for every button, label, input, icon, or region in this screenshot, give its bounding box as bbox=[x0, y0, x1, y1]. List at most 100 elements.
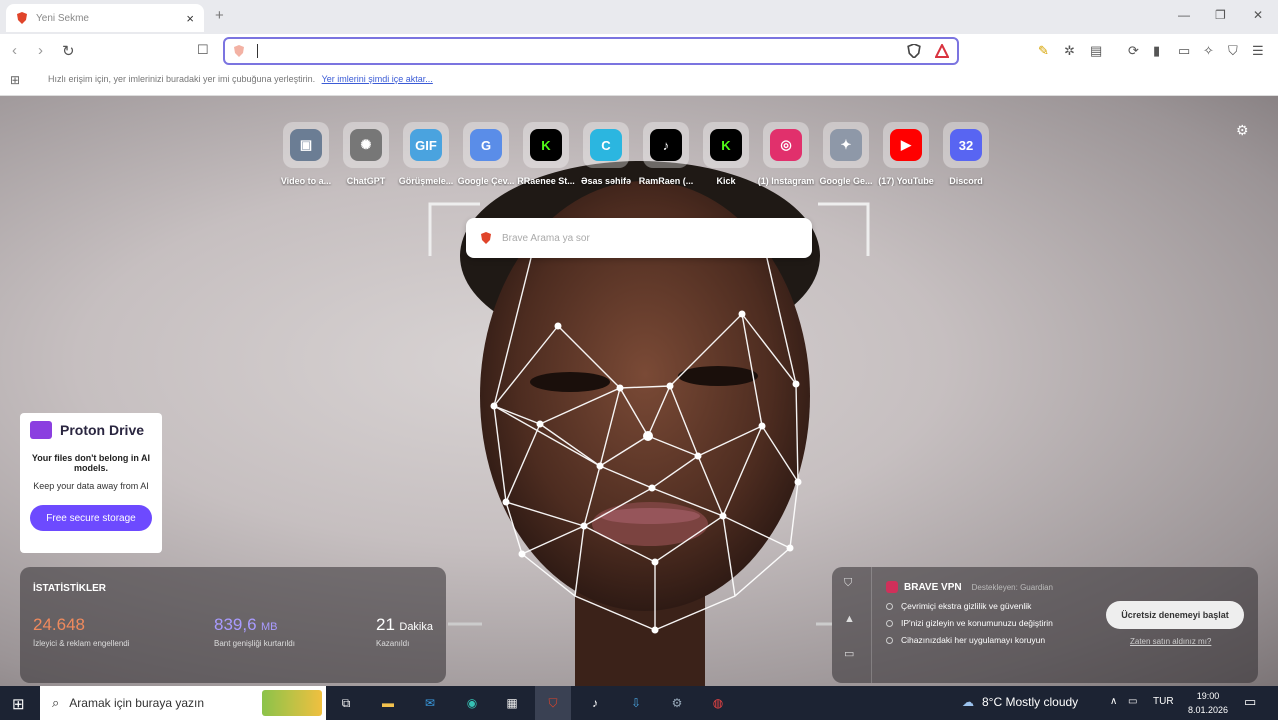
network-icon[interactable]: ▭ bbox=[1128, 696, 1137, 707]
search-placeholder: Brave Arama ya sor bbox=[502, 232, 590, 244]
proton-headline: Your files don't belong in AI models. bbox=[31, 453, 151, 473]
vpn-shield-icon[interactable]: ⛉ bbox=[1228, 43, 1238, 59]
apps-grid-icon[interactable]: ⊞ bbox=[10, 73, 20, 87]
taskbar-search[interactable]: ⌕ Aramak için buraya yazın bbox=[40, 686, 326, 720]
import-bookmarks-link[interactable]: Yer imlerini şimdi içe aktar... bbox=[322, 74, 433, 84]
brave-shields-icon[interactable] bbox=[907, 44, 921, 58]
notifications-icon[interactable]: ▭ bbox=[1244, 694, 1256, 710]
site-info-icon[interactable] bbox=[233, 45, 245, 57]
brave-search-box[interactable]: Brave Arama ya sor bbox=[466, 218, 812, 258]
brave-rewards-icon[interactable] bbox=[935, 44, 949, 58]
address-bar[interactable] bbox=[223, 37, 959, 65]
top-site-tile[interactable]: ✦ Google Ge... bbox=[816, 122, 876, 186]
brave-taskbar-icon[interactable]: ⛉ bbox=[542, 692, 564, 714]
already-purchased-link[interactable]: Zaten satın aldınız mı? bbox=[1130, 637, 1211, 646]
windows-start-icon[interactable]: ⊞ bbox=[12, 695, 25, 713]
tab-new-tab[interactable]: Yeni Sekme × bbox=[6, 4, 204, 32]
gif-icon: GIF bbox=[403, 122, 449, 168]
trackers-label: İzleyici & reklam engellendi bbox=[33, 639, 130, 648]
new-tab-button[interactable]: + bbox=[215, 7, 224, 24]
proton-drive-card[interactable]: Proton Drive Your files don't belong in … bbox=[20, 413, 162, 553]
checkmark-icon bbox=[886, 602, 893, 610]
tile-glyph: G bbox=[470, 129, 502, 161]
tiktok-taskbar-icon[interactable]: ♪ bbox=[584, 692, 606, 714]
vpn-logo-icon bbox=[886, 581, 898, 593]
tile-glyph: K bbox=[530, 129, 562, 161]
ai-sparkle-icon[interactable]: ✧ bbox=[1203, 43, 1214, 59]
taskbar-search-placeholder: Aramak için buraya yazın bbox=[69, 696, 205, 710]
windows-taskbar: ⊞ ⌕ Aramak için buraya yazın ⧉ ▬ ✉ ◉ ▦ ⛉… bbox=[0, 686, 1278, 720]
top-site-label: Discord bbox=[949, 176, 983, 186]
search-icon: ⌕ bbox=[52, 695, 60, 710]
tile-glyph: ✦ bbox=[830, 129, 862, 161]
menu-icon[interactable]: ☰ bbox=[1252, 43, 1264, 59]
task-view-icon[interactable]: ⧉ bbox=[335, 692, 357, 714]
top-site-label: Kick bbox=[716, 176, 736, 186]
store-icon[interactable]: ▦ bbox=[501, 692, 523, 714]
top-site-label: Google Ge... bbox=[819, 176, 873, 186]
sidebar-icon[interactable]: ▮ bbox=[1153, 43, 1160, 59]
free-storage-button[interactable]: Free secure storage bbox=[30, 505, 152, 531]
search-highlight-image bbox=[262, 690, 322, 716]
top-site-tile[interactable]: G Google Çev... bbox=[456, 122, 516, 186]
top-site-tile[interactable]: ♪ RamRaen (... bbox=[636, 122, 696, 186]
forward-arrow-icon[interactable]: › bbox=[38, 42, 43, 59]
bandwidth-value: 839,6 bbox=[214, 615, 257, 634]
time-label: Kazanıldı bbox=[376, 639, 410, 648]
start-trial-button[interactable]: Ücretsiz denemeyi başlat bbox=[1106, 601, 1244, 629]
gemini-icon: ✦ bbox=[823, 122, 869, 168]
extensions-icon[interactable]: ✲ bbox=[1064, 43, 1075, 59]
top-site-tile[interactable]: GIF Görüşmele... bbox=[396, 122, 456, 186]
checkmark-icon bbox=[886, 636, 893, 644]
language-indicator[interactable]: TUR bbox=[1153, 696, 1174, 707]
google-translate-icon: G bbox=[463, 122, 509, 168]
maximize-button[interactable]: ❐ bbox=[1215, 8, 1226, 22]
clock[interactable]: 19:00 8.01.2026 bbox=[1188, 689, 1228, 717]
vpn-feature: Cihazınızdaki her uygulamayı koruyun bbox=[886, 635, 1045, 645]
bookmark-icon[interactable]: ☐ bbox=[197, 42, 209, 58]
top-site-tile[interactable]: K RRaenee St... bbox=[516, 122, 576, 186]
top-site-tile[interactable]: K Kick bbox=[696, 122, 756, 186]
weather-widget[interactable]: ☁ 8°C Mostly cloudy bbox=[962, 695, 1078, 709]
talk-video-icon[interactable]: ▭ bbox=[844, 647, 854, 660]
wallet-pencil-icon[interactable]: ✎ bbox=[1038, 43, 1049, 59]
wallet-icon[interactable]: ▭ bbox=[1178, 43, 1190, 59]
download-app-icon[interactable]: ⇩ bbox=[625, 692, 647, 714]
vpn-feature-text: Çevrimiçi ekstra gizlilik ve güvenlik bbox=[901, 601, 1032, 611]
vpn-feature: Çevrimiçi ekstra gizlilik ve güvenlik bbox=[886, 601, 1031, 611]
vpn-powered-by: Destekleyen: Guardian bbox=[971, 582, 1053, 592]
top-site-tile[interactable]: ▣ Video to a... bbox=[276, 122, 336, 186]
close-window-button[interactable]: ✕ bbox=[1253, 8, 1263, 22]
leo-icon[interactable]: ⟳ bbox=[1128, 43, 1139, 59]
tiktok-icon: ♪ bbox=[643, 122, 689, 168]
recorder-icon[interactable]: ◍ bbox=[707, 692, 729, 714]
tile-glyph: K bbox=[710, 129, 742, 161]
top-site-tile[interactable]: ◎ (1) Instagram bbox=[756, 122, 816, 186]
reader-icon[interactable]: ▤ bbox=[1090, 43, 1102, 59]
top-site-tile[interactable]: 32 Discord bbox=[936, 122, 996, 186]
reload-icon[interactable]: ↻ bbox=[62, 42, 75, 60]
text-caret bbox=[257, 44, 258, 58]
tile-glyph: ✺ bbox=[350, 129, 382, 161]
mail-icon[interactable]: ✉ bbox=[419, 692, 441, 714]
top-site-tile[interactable]: ▶ (17) YouTube bbox=[876, 122, 936, 186]
settings-gear-icon[interactable]: ⚙ bbox=[1236, 122, 1249, 139]
back-arrow-icon[interactable]: ‹ bbox=[12, 42, 17, 59]
top-site-label: (17) YouTube bbox=[878, 176, 934, 186]
tab-close-icon[interactable]: × bbox=[186, 11, 194, 26]
steam-icon[interactable]: ⚙ bbox=[666, 692, 688, 714]
top-site-tile[interactable]: ✺ ChatGPT bbox=[336, 122, 396, 186]
edge-icon[interactable]: ◉ bbox=[461, 692, 483, 714]
tray-chevron-icon[interactable]: ∧ bbox=[1110, 696, 1117, 707]
weather-text: 8°C Mostly cloudy bbox=[982, 695, 1079, 709]
top-site-label: Video to a... bbox=[280, 176, 332, 186]
minimize-button[interactable]: — bbox=[1178, 8, 1190, 22]
top-site-label: RRaenee St... bbox=[517, 176, 575, 186]
file-explorer-icon[interactable]: ▬ bbox=[377, 692, 399, 714]
new-tab-page: ⚙ ▣ Video to a... ✺ ChatGPT GIF Görüşmele... G… bbox=[0, 96, 1278, 686]
top-site-tile[interactable]: C Əsas səhifə bbox=[576, 122, 636, 186]
kick-icon: K bbox=[523, 122, 569, 168]
chatgpt-icon: ✺ bbox=[343, 122, 389, 168]
rewards-triangle-icon[interactable]: ▲ bbox=[844, 613, 855, 625]
vpn-shield-icon[interactable]: ⛉ bbox=[844, 577, 852, 590]
